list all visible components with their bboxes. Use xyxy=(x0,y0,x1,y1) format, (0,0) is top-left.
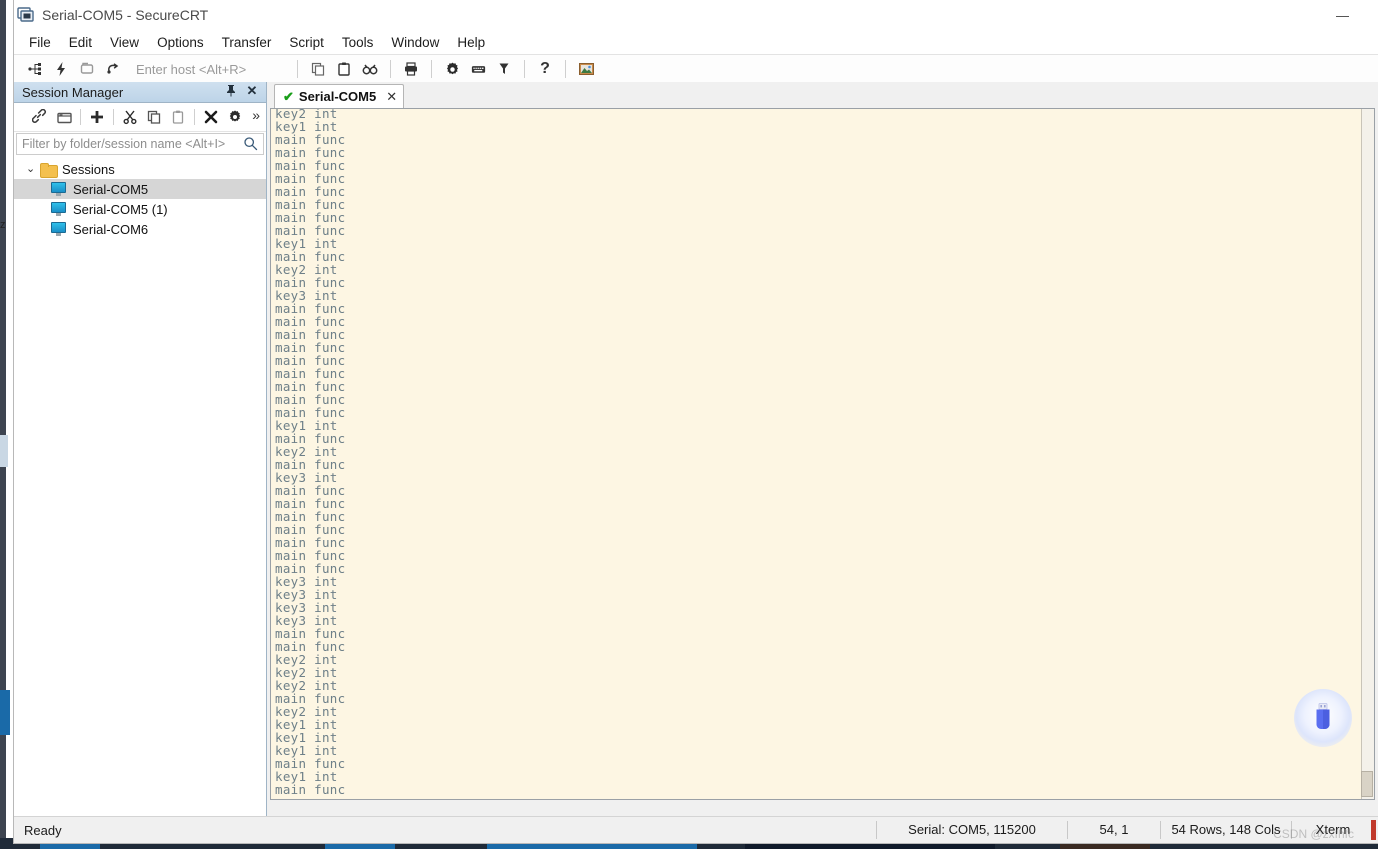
copy-icon[interactable] xyxy=(305,57,331,81)
cut-icon[interactable] xyxy=(118,105,142,129)
tab-serial-com5[interactable]: ✔ Serial-COM5 ✕ xyxy=(274,84,405,108)
host-entry-input[interactable]: Enter host <Alt+R> xyxy=(132,60,290,79)
close-icon[interactable]: ✕ xyxy=(386,89,397,105)
session-monitor-icon xyxy=(50,222,67,236)
session-options-icon[interactable] xyxy=(439,57,465,81)
status-indicator xyxy=(1371,820,1376,840)
terminal-screen[interactable]: key2 int key1 int main func main func ma… xyxy=(270,108,1375,800)
work-area: Session Manager ✕ » Filter by folder/ses… xyxy=(14,82,1378,817)
pin-icon[interactable] xyxy=(224,84,238,100)
menu-item-transfer[interactable]: Transfer xyxy=(213,32,281,53)
find-icon[interactable] xyxy=(357,57,383,81)
sidebar-item-serial-com6[interactable]: Serial-COM6 xyxy=(14,219,266,239)
print-icon[interactable] xyxy=(398,57,424,81)
menu-item-edit[interactable]: Edit xyxy=(60,32,101,53)
status-bar: Ready Serial: COM5, 115200 54, 1 54 Rows… xyxy=(14,816,1378,843)
session-monitor-icon xyxy=(50,202,67,216)
toolbar-separator xyxy=(297,60,298,78)
terminal-area: ✔ Serial-COM5 ✕ key2 int key1 int main f… xyxy=(267,82,1378,817)
session-label: Serial-COM5 (1) xyxy=(73,201,168,217)
tab-strip: ✔ Serial-COM5 ✕ xyxy=(267,82,1378,108)
background-window-text: z xyxy=(0,219,6,231)
paste-icon[interactable] xyxy=(166,105,190,129)
status-serial-info: Serial: COM5, 115200 xyxy=(876,821,1067,839)
filter-icon[interactable] xyxy=(491,57,517,81)
terminal-scrollbar[interactable] xyxy=(1361,109,1374,799)
session-manager-panel: Session Manager ✕ » Filter by folder/ses… xyxy=(14,82,267,817)
search-icon[interactable] xyxy=(243,136,258,156)
session-tree: ⌄ Sessions Serial-COM5 Serial-COM5 (1) S… xyxy=(14,155,266,239)
securecrt-window: Serial-COM5 - SecureCRT File Edit View O… xyxy=(14,0,1378,843)
session-manager-toolbar: » xyxy=(14,103,266,132)
usb-glyph xyxy=(1313,703,1333,733)
background-window-accent xyxy=(0,435,8,467)
new-folder-icon[interactable] xyxy=(52,105,76,129)
toolbar-separator xyxy=(565,60,566,78)
session-label: Serial-COM6 xyxy=(73,221,149,237)
minimize-button[interactable] xyxy=(1322,0,1362,30)
menu-item-window[interactable]: Window xyxy=(382,32,448,53)
menu-item-help[interactable]: Help xyxy=(448,32,494,53)
quick-connect-icon[interactable] xyxy=(48,57,74,81)
status-dimensions: 54 Rows, 148 Cols xyxy=(1160,821,1291,839)
session-monitor-icon xyxy=(50,182,67,196)
toolbar-separator xyxy=(431,60,432,78)
tree-node-sessions-root[interactable]: ⌄ Sessions xyxy=(14,159,266,179)
session-manager-header: Session Manager ✕ xyxy=(14,82,266,103)
copy-icon[interactable] xyxy=(142,105,166,129)
menu-item-options[interactable]: Options xyxy=(148,32,213,53)
menu-item-tools[interactable]: Tools xyxy=(333,32,383,53)
delete-icon[interactable] xyxy=(199,105,223,129)
connect-icon[interactable] xyxy=(22,57,48,81)
status-emulation: Xterm xyxy=(1291,821,1378,839)
connect-in-tab-icon[interactable] xyxy=(74,57,100,81)
tree-root-label: Sessions xyxy=(62,161,115,177)
tab-label: Serial-COM5 xyxy=(298,89,377,104)
title-bar: Serial-COM5 - SecureCRT xyxy=(14,0,1378,30)
menu-item-view[interactable]: View xyxy=(101,32,148,53)
usb-drive-icon xyxy=(1294,689,1352,747)
status-ready-text: Ready xyxy=(24,822,62,838)
toolbar-separator xyxy=(80,109,81,125)
session-label: Serial-COM5 xyxy=(73,181,149,197)
chevron-down-icon[interactable]: ⌄ xyxy=(26,163,40,175)
toolbar-separator xyxy=(390,60,391,78)
background-window-highlight xyxy=(0,690,10,735)
keyboard-icon[interactable] xyxy=(465,57,491,81)
reconnect-icon[interactable] xyxy=(100,57,126,81)
green-check-icon: ✔ xyxy=(283,88,294,104)
new-session-icon[interactable] xyxy=(85,105,109,129)
sidebar-item-serial-com5-1[interactable]: Serial-COM5 (1) xyxy=(14,199,266,219)
image-icon[interactable] xyxy=(573,57,599,81)
menu-item-script[interactable]: Script xyxy=(280,32,333,53)
menu-bar: File Edit View Options Transfer Script T… xyxy=(14,30,1378,55)
toolbar-separator xyxy=(194,109,195,125)
window-title: Serial-COM5 - SecureCRT xyxy=(42,7,209,23)
help-icon[interactable]: ? xyxy=(532,57,558,81)
toolbar-overflow-button[interactable]: » xyxy=(252,107,260,123)
securecrt-icon xyxy=(17,6,35,24)
terminal-text: key2 int key1 int main func main func ma… xyxy=(275,108,346,797)
toolbar-separator xyxy=(524,60,525,78)
main-toolbar: Enter host <Alt+R> ? xyxy=(14,55,1378,84)
toolbar-separator xyxy=(113,109,114,125)
close-icon[interactable]: ✕ xyxy=(245,83,259,99)
scrollbar-thumb[interactable] xyxy=(1361,771,1373,797)
properties-icon[interactable] xyxy=(223,105,247,129)
paste-icon[interactable] xyxy=(331,57,357,81)
connect-session-icon[interactable] xyxy=(28,105,52,129)
session-filter-placeholder: Filter by folder/session name <Alt+I> xyxy=(22,137,226,151)
session-manager-title: Session Manager xyxy=(22,84,124,100)
status-cursor-position: 54, 1 xyxy=(1067,821,1160,839)
sidebar-item-serial-com5[interactable]: Serial-COM5 xyxy=(14,179,266,199)
menu-item-file[interactable]: File xyxy=(20,32,60,53)
folder-icon xyxy=(40,162,58,178)
session-filter-input[interactable]: Filter by folder/session name <Alt+I> xyxy=(16,133,264,155)
